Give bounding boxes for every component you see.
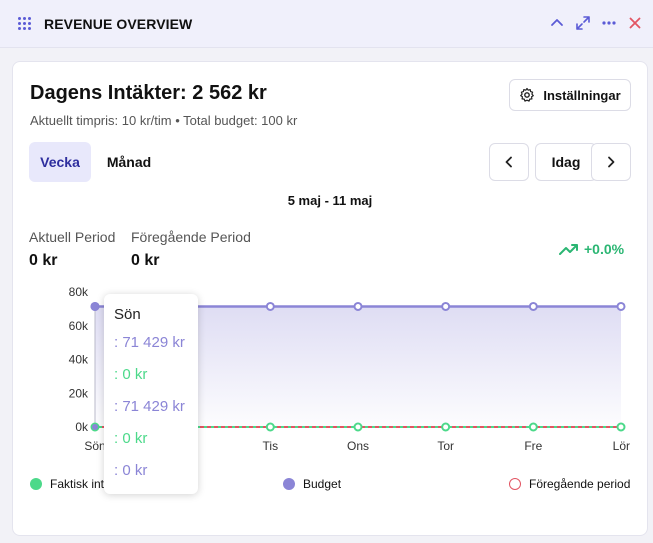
data-point <box>265 301 275 311</box>
data-point <box>528 301 538 311</box>
collapse-icon[interactable] <box>548 14 566 32</box>
y-tick-label: 20k <box>69 386 89 400</box>
x-tick-label: Tis <box>263 439 279 453</box>
legend-previous-label: Föregående period <box>529 477 631 491</box>
data-point <box>441 301 451 311</box>
tooltip-line: : 71 429 kr <box>114 334 185 351</box>
active-data-point <box>90 301 100 311</box>
x-tick-label: Ons <box>347 439 369 453</box>
drag-handle-icon[interactable] <box>18 17 31 30</box>
tooltip-line: : 0 kr <box>114 462 148 479</box>
tooltip-line: : 0 kr <box>114 366 148 383</box>
legend-budget-swatch <box>283 478 295 490</box>
active-data-point <box>92 424 98 430</box>
tooltip-line: : 0 kr <box>114 430 148 447</box>
data-point <box>441 422 451 432</box>
y-tick-label: 60k <box>69 319 89 333</box>
y-tick-label: 40k <box>69 353 89 367</box>
data-point <box>616 301 626 311</box>
legend-actual-swatch <box>30 478 42 490</box>
legend-budget[interactable]: Budget <box>283 477 341 491</box>
chart-tooltip: Sön : 71 429 kr : 0 kr : 71 429 kr : 0 k… <box>104 294 198 494</box>
data-point <box>353 422 363 432</box>
data-point <box>265 422 275 432</box>
tooltip-line: : 71 429 kr <box>114 398 185 415</box>
data-point <box>528 422 538 432</box>
expand-icon[interactable] <box>574 14 592 32</box>
x-tick-label: Lör <box>613 439 630 453</box>
legend-previous-swatch <box>509 478 521 490</box>
x-tick-label: Sön <box>84 439 105 453</box>
revenue-card: Dagens Intäkter: 2 562 kr Aktuellt timpr… <box>12 61 648 536</box>
legend-budget-label: Budget <box>303 477 342 491</box>
more-options-icon[interactable] <box>600 14 618 32</box>
data-point <box>353 301 363 311</box>
x-tick-label: Fre <box>524 439 542 453</box>
close-icon[interactable] <box>626 14 644 32</box>
y-tick-label: 0k <box>75 420 89 434</box>
widget-header: REVENUE OVERVIEW <box>0 0 653 48</box>
data-point <box>616 422 626 432</box>
y-tick-label: 80k <box>69 285 89 299</box>
x-tick-label: Tor <box>437 439 454 453</box>
legend-previous[interactable]: Föregående period <box>509 477 630 491</box>
widget-title: REVENUE OVERVIEW <box>44 16 193 32</box>
tooltip-title: Sön <box>114 306 141 323</box>
